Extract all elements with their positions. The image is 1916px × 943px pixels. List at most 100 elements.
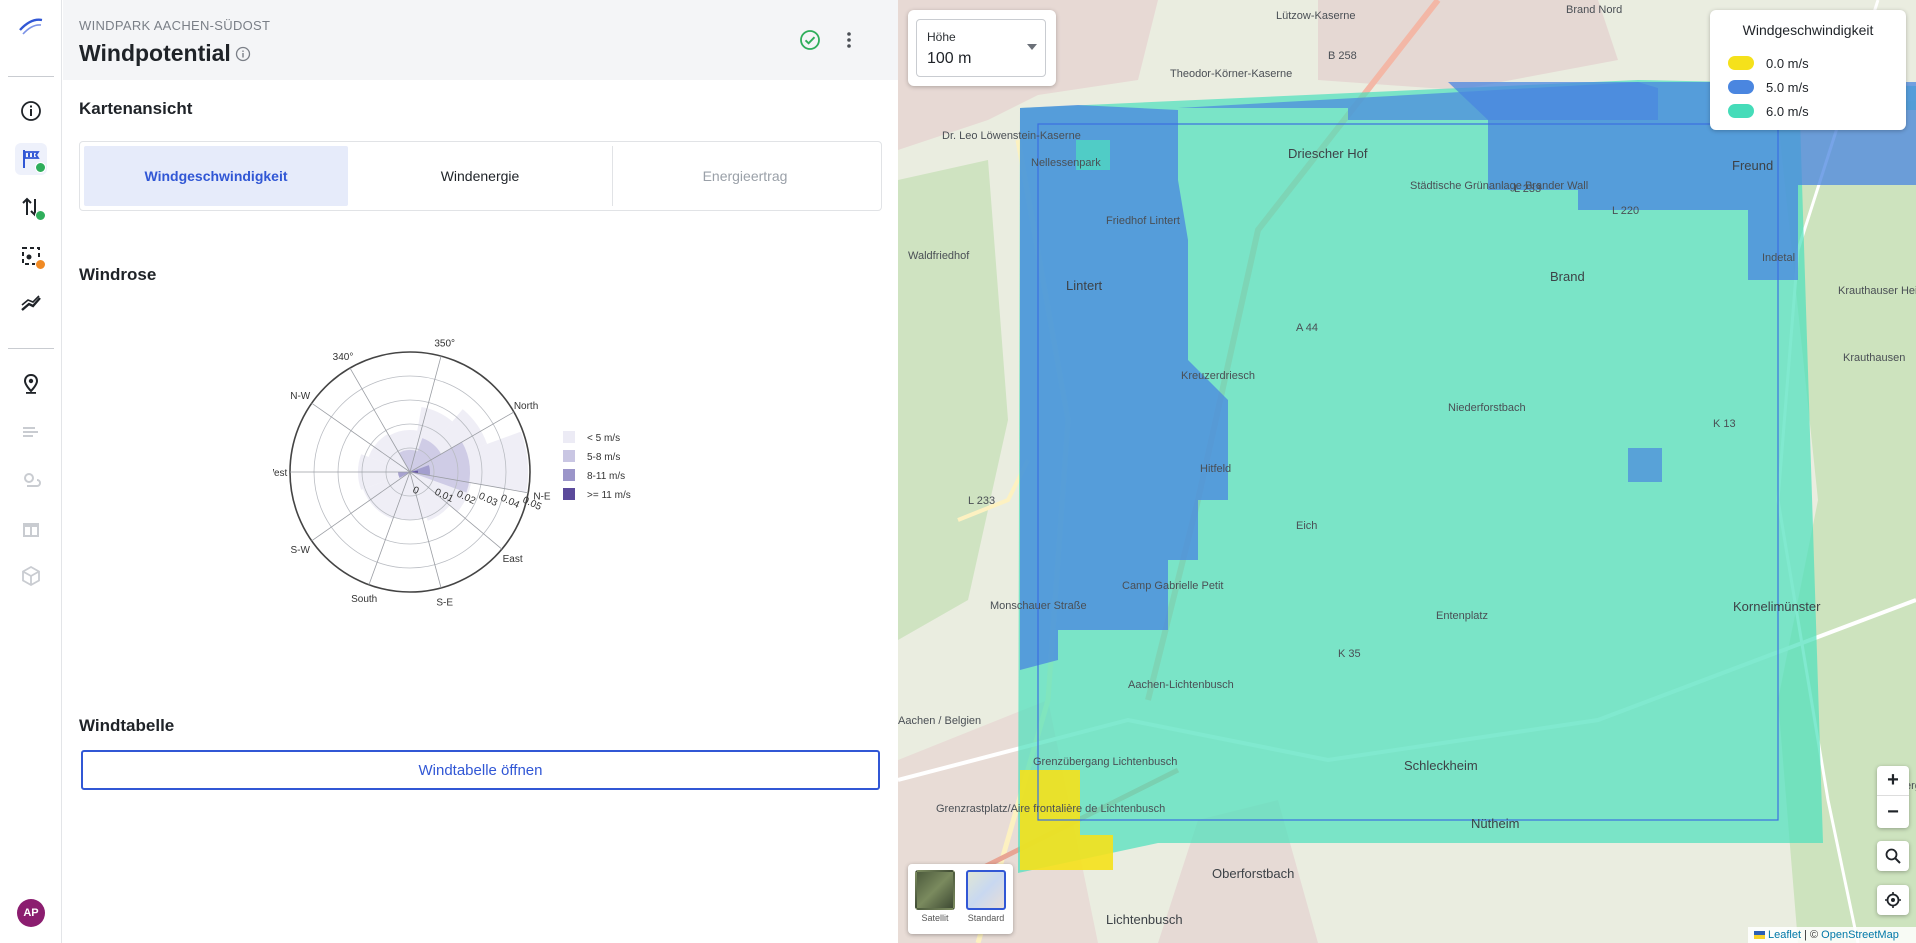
open-windtable-button[interactable]: Windtabelle öffnen bbox=[81, 750, 880, 790]
leaflet-link[interactable]: Leaflet bbox=[1768, 929, 1801, 941]
sidebar-item-wind-data[interactable] bbox=[15, 416, 47, 448]
location-pin-icon bbox=[23, 373, 39, 394]
windrose-legend-label: 8-11 m/s bbox=[587, 471, 625, 482]
status-badge-done bbox=[35, 210, 46, 221]
map-label: Nellessenpark bbox=[1031, 157, 1101, 169]
road-label: K 35 bbox=[1338, 648, 1361, 660]
road-label: L 233 bbox=[1514, 183, 1542, 195]
windrose-direction-label: West bbox=[273, 468, 288, 479]
map-label: Eich bbox=[1296, 520, 1318, 532]
sidebar: AP bbox=[0, 0, 62, 943]
zoom-control: + − bbox=[1877, 766, 1909, 828]
windpotential-panel: WINDPARK AACHEN-SÜDOST Windpotential Kar… bbox=[63, 0, 898, 943]
road-label: L 220 bbox=[1612, 205, 1640, 217]
more-vertical-icon[interactable] bbox=[837, 28, 861, 52]
windtabelle-title: Windtabelle bbox=[79, 716, 175, 735]
map-legend: Windgeschwindigkeit 0.0 m/s 5.0 m/s 6.0 … bbox=[1710, 10, 1906, 130]
panel-header: WINDPARK AACHEN-SÜDOST Windpotential bbox=[63, 0, 898, 80]
sidebar-item-grid[interactable] bbox=[15, 288, 47, 320]
wind-lines-icon bbox=[23, 427, 38, 437]
info-icon[interactable] bbox=[235, 46, 251, 62]
project-name: WINDPARK AACHEN-SÜDOST bbox=[79, 18, 271, 33]
windrose-legend-swatch bbox=[563, 431, 575, 443]
tab-windgeschwindigkeit[interactable]: Windgeschwindigkeit bbox=[84, 146, 348, 206]
sidebar-item-area[interactable] bbox=[15, 240, 47, 272]
map-label: Schleckheim bbox=[1404, 758, 1478, 773]
map-label: Monschauer Straße bbox=[990, 600, 1087, 612]
legend-swatch-teal bbox=[1728, 104, 1754, 118]
road-label: L 233 bbox=[968, 495, 996, 507]
height-value: 100 m bbox=[927, 50, 972, 67]
windrose-legend-swatch bbox=[563, 469, 575, 481]
status-badge-done bbox=[35, 162, 46, 173]
legend-item: 6.0 m/s bbox=[1728, 102, 1809, 120]
transmission-icon bbox=[21, 295, 41, 311]
app-logo-icon[interactable] bbox=[17, 14, 45, 38]
sidebar-item-3d[interactable] bbox=[15, 560, 47, 592]
map-label: Kreuzerdriesch bbox=[1181, 370, 1255, 382]
sidebar-item-location[interactable] bbox=[15, 368, 47, 400]
attribution-separator: | © bbox=[1801, 929, 1822, 941]
sidebar-item-windpotential[interactable] bbox=[15, 143, 47, 175]
crosshair-icon bbox=[1885, 892, 1901, 908]
map-label: Krauthausen bbox=[1843, 352, 1906, 364]
zoom-in-button[interactable]: + bbox=[1877, 766, 1909, 796]
page-title: Windpotential bbox=[79, 40, 231, 66]
map-label: Lichtenbusch bbox=[1106, 912, 1183, 927]
map-label: Entenplatz bbox=[1436, 610, 1488, 622]
layer-standard[interactable]: Standard bbox=[965, 870, 1007, 928]
sidebar-item-weather[interactable] bbox=[15, 464, 47, 496]
map-label: Camp Gabrielle Petit bbox=[1122, 580, 1224, 592]
map-label: Niederforstbach bbox=[1448, 402, 1526, 414]
map-label: Theodor-Körner-Kaserne bbox=[1170, 68, 1293, 80]
windrose-chart: 340°350°NorthN-EEastS-ESouthS-WWestN-W00… bbox=[273, 339, 631, 609]
locate-me-button[interactable] bbox=[1877, 885, 1909, 915]
sun-cloud-icon bbox=[24, 473, 41, 487]
map-label: Kornelimünster bbox=[1733, 599, 1821, 614]
map-label: Lintert bbox=[1066, 278, 1103, 293]
legend-item: 0.0 m/s bbox=[1728, 54, 1809, 72]
tab-energieertrag[interactable]: Energieertrag bbox=[613, 146, 877, 206]
map-search-button[interactable] bbox=[1877, 841, 1909, 871]
height-label: Höhe bbox=[927, 30, 956, 44]
layer-satellite[interactable]: Satellit bbox=[914, 870, 956, 928]
map-label: Grenzrastplatz/Aire frontalière de Licht… bbox=[936, 803, 1166, 815]
osm-link[interactable]: OpenStreetMap bbox=[1821, 929, 1899, 941]
map-label: Aachen-Lichtenbusch bbox=[1128, 679, 1234, 691]
sidebar-item-info[interactable] bbox=[15, 95, 47, 127]
map[interactable]: Driescher Hof Brand Lintert Kreuzerdries… bbox=[898, 0, 1916, 943]
windrose-plot: 340°350°NorthN-EEastS-ESouthS-WWestN-W00… bbox=[273, 339, 551, 609]
windrose-legend-label: 5-8 m/s bbox=[587, 452, 620, 463]
map-label: Oberforstbach bbox=[1212, 866, 1295, 881]
standard-thumbnail bbox=[966, 870, 1006, 910]
windrose-radial-tick: 0.04 bbox=[499, 493, 522, 511]
sidebar-divider bbox=[8, 348, 54, 349]
legend-title: Windgeschwindigkeit bbox=[1742, 22, 1874, 38]
legend-label: 6.0 m/s bbox=[1766, 103, 1809, 119]
windrose-direction-label: S-W bbox=[291, 545, 311, 556]
tab-windenergie[interactable]: Windenergie bbox=[348, 146, 613, 206]
zoom-out-button[interactable]: − bbox=[1877, 797, 1909, 827]
map-label: Grenzübergang Lichtenbusch bbox=[1033, 756, 1178, 768]
map-label: Hitfeld bbox=[1200, 463, 1232, 475]
map-label: Brand Nord bbox=[1566, 4, 1623, 16]
legend-label: 0.0 m/s bbox=[1766, 55, 1809, 71]
map-label: Krauthauser Heide bbox=[1838, 285, 1916, 297]
windrose-radial-tick: 0.03 bbox=[477, 491, 500, 509]
sidebar-item-results[interactable] bbox=[15, 512, 47, 544]
map-label: Aachen / Belgien bbox=[898, 715, 982, 727]
status-badge-warning bbox=[35, 259, 46, 270]
windrose-direction-label: S-E bbox=[436, 597, 453, 608]
kartenansicht-title: Kartenansicht bbox=[79, 99, 193, 118]
user-avatar[interactable]: AP bbox=[17, 899, 45, 927]
ukraine-flag-icon bbox=[1754, 931, 1765, 939]
map-label: Lützow-Kaserne bbox=[1276, 10, 1356, 22]
height-select[interactable]: Höhe 100 m bbox=[916, 19, 1046, 77]
sidebar-item-turbines[interactable] bbox=[15, 191, 47, 223]
legend-item: 5.0 m/s bbox=[1728, 78, 1809, 96]
map-view-tabs: Windgeschwindigkeit Windenergie Energiee… bbox=[79, 141, 882, 211]
road-label: A 44 bbox=[1296, 322, 1319, 334]
search-icon bbox=[1885, 848, 1901, 864]
windrose-direction-label: East bbox=[503, 554, 523, 565]
windrose-title: Windrose bbox=[79, 265, 157, 284]
